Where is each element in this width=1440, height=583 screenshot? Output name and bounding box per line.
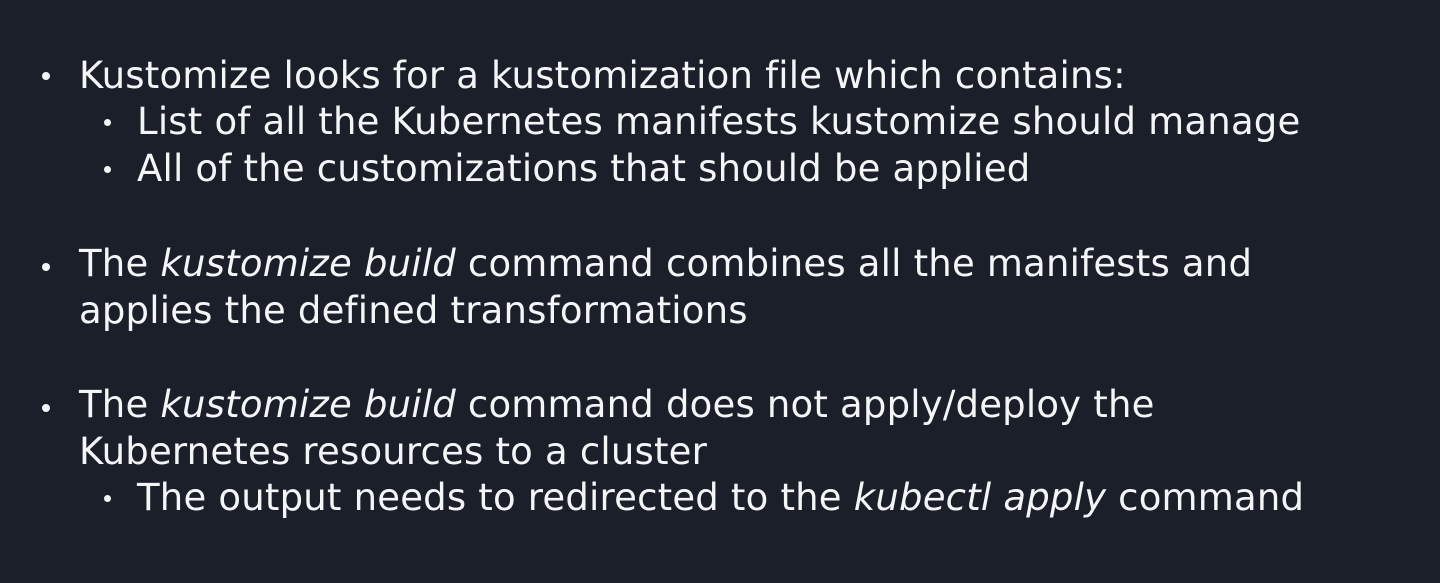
bullet-3-sub-suffix: command (1106, 476, 1305, 519)
bullet-2-prefix: The (79, 242, 161, 285)
bullet-1-dot (42, 72, 50, 80)
bullet-2-dot (42, 263, 50, 271)
bullet-1-text: Kustomize looks for a kustomization file… (79, 54, 1126, 97)
bullet-1-sub-2-dot (104, 166, 111, 173)
bullet-1-sub-1-text: List of all the Kubernetes manifests kus… (137, 100, 1301, 143)
bullet-3-sub-prefix: The output needs to redirected to the (137, 476, 854, 519)
bullet-3-line-2: Kubernetes resources to a cluster (79, 430, 708, 473)
bullet-3-line-1-rest: command does not apply/deploy the (455, 383, 1155, 426)
bullet-1-sub-2-text: All of the customizations that should be… (137, 147, 1031, 190)
bullet-2-command: kustomize build (160, 242, 456, 285)
bullet-3-sub-text: The output needs to redirected to the ku… (137, 475, 1304, 521)
bullet-3-dot (42, 404, 50, 412)
bullet-3-prefix: The (79, 383, 161, 426)
bullet-2-line-1: The kustomize build command combines all… (79, 241, 1252, 287)
bullet-2-line-1-rest: command combines all the manifests and (455, 242, 1253, 285)
bullet-2-line-2: applies the defined transformations (79, 289, 748, 332)
bullet-3-sub-dot (104, 495, 111, 502)
bullet-3-line-1: The kustomize build command does not app… (79, 382, 1155, 428)
bullet-1-sub-1-dot (104, 119, 111, 126)
bullet-3-command: kustomize build (160, 383, 456, 426)
bullet-3-sub-command: kubectl apply (853, 476, 1107, 519)
slide: Kustomize looks for a kustomization file… (0, 0, 1440, 583)
